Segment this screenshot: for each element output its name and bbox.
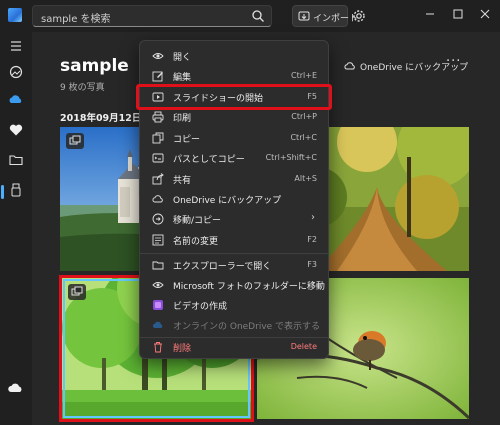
import-button[interactable]: インポート bbox=[292, 5, 358, 27]
explorer-icon bbox=[152, 261, 164, 270]
copy-stack-icon bbox=[69, 135, 81, 145]
menu-shortcut: F3 bbox=[307, 260, 317, 269]
menu-item-onedrive-backup[interactable]: OneDrive にバックアップ bbox=[145, 189, 325, 209]
onedrive-icon bbox=[152, 195, 163, 203]
menu-shortcut: Alt+S bbox=[294, 174, 317, 183]
favorites-heart-icon[interactable] bbox=[8, 122, 24, 138]
menu-item-open-explorer[interactable]: エクスプローラーで開く F3 bbox=[145, 255, 325, 275]
date-group-header: 2018年09月12日 bbox=[60, 113, 142, 124]
hamburger-menu-icon[interactable] bbox=[8, 38, 24, 54]
menu-label: 印刷 bbox=[173, 114, 192, 124]
album-title: sample bbox=[60, 56, 129, 76]
eye-icon bbox=[152, 53, 164, 59]
close-icon[interactable] bbox=[479, 8, 491, 20]
onedrive-backup-button[interactable]: OneDrive にバックアップ bbox=[344, 58, 468, 74]
search-icon[interactable] bbox=[251, 9, 265, 23]
active-nav-indicator bbox=[1, 185, 4, 199]
menu-label: 編集 bbox=[173, 73, 192, 83]
submenu-chevron-icon: › bbox=[311, 278, 315, 289]
gear-icon[interactable] bbox=[352, 9, 366, 23]
menu-label: 移動/コピー bbox=[173, 216, 222, 226]
folder-icon bbox=[152, 282, 164, 288]
menu-item-view-online: オンラインの OneDrive で表示する bbox=[145, 315, 325, 335]
video-icon bbox=[153, 300, 163, 310]
print-icon bbox=[152, 111, 164, 123]
menu-label: コピー bbox=[173, 135, 201, 145]
menu-label: オンラインの OneDrive で表示する bbox=[173, 322, 321, 332]
menu-label: ビデオの作成 bbox=[173, 302, 228, 312]
edit-icon bbox=[152, 71, 163, 82]
move-icon bbox=[152, 213, 164, 225]
more-options-button[interactable]: ··· bbox=[446, 54, 461, 69]
menu-label: 名前の変更 bbox=[173, 237, 219, 247]
photo-count: 9 枚の写真 bbox=[60, 83, 105, 93]
multi-photo-badge bbox=[66, 133, 84, 149]
menu-item-create-video[interactable]: ビデオの作成 bbox=[145, 295, 325, 315]
menu-item-share[interactable]: 共有 Alt+S bbox=[145, 169, 325, 189]
folder-nav-icon[interactable] bbox=[8, 152, 24, 168]
minimize-icon[interactable] bbox=[424, 8, 436, 20]
search-input[interactable]: sample を検索 bbox=[32, 5, 272, 27]
menu-shortcut: Ctrl+Shift+C bbox=[265, 153, 317, 162]
menu-label: 開く bbox=[173, 53, 192, 63]
menu-item-rename[interactable]: 名前の変更 F2 bbox=[145, 230, 325, 250]
menu-item-copy-path[interactable]: パスとしてコピー Ctrl+Shift+C bbox=[145, 148, 325, 168]
icloud-icon[interactable] bbox=[8, 380, 24, 396]
menu-shortcut: Ctrl+E bbox=[291, 71, 317, 80]
menu-item-open[interactable]: 開く bbox=[145, 46, 325, 66]
photos-app-icon bbox=[8, 8, 22, 22]
onedrive-nav-icon[interactable] bbox=[8, 92, 24, 108]
menu-item-copy[interactable]: コピー Ctrl+C bbox=[145, 128, 325, 148]
maximize-icon[interactable] bbox=[452, 8, 464, 20]
menu-label: 共有 bbox=[173, 176, 192, 186]
copy-icon bbox=[152, 132, 164, 144]
menu-shortcut: F2 bbox=[307, 235, 317, 244]
gallery-icon[interactable] bbox=[8, 64, 24, 80]
rename-icon bbox=[152, 234, 164, 246]
share-icon bbox=[152, 173, 164, 185]
copy-path-icon bbox=[152, 153, 164, 163]
menu-item-print[interactable]: 印刷 Ctrl+P bbox=[145, 107, 325, 127]
menu-shortcut: Delete bbox=[290, 342, 317, 351]
navigation-rail bbox=[0, 32, 32, 425]
menu-item-edit[interactable]: 編集 Ctrl+E bbox=[145, 66, 325, 86]
slideshow-highlight-box bbox=[136, 84, 332, 110]
search-input-value: sample を検索 bbox=[41, 14, 111, 25]
cloud-icon bbox=[152, 321, 163, 328]
trash-icon bbox=[154, 342, 162, 353]
menu-label: パスとしてコピー bbox=[173, 155, 245, 165]
menu-label: OneDrive にバックアップ bbox=[173, 196, 282, 206]
menu-separator bbox=[140, 253, 328, 254]
menu-item-goto-folder[interactable]: Microsoft フォトのフォルダーに移動 › bbox=[145, 275, 325, 295]
menu-shortcut: Ctrl+C bbox=[290, 133, 317, 142]
menu-label: エクスプローラーで開く bbox=[173, 262, 272, 272]
usb-device-icon[interactable] bbox=[8, 182, 24, 198]
title-bar: sample を検索 インポート bbox=[0, 0, 500, 32]
submenu-chevron-icon: › bbox=[311, 212, 315, 223]
menu-item-move-copy[interactable]: 移動/コピー › bbox=[145, 209, 325, 229]
cloud-backup-icon bbox=[344, 62, 355, 70]
menu-label: Microsoft フォトのフォルダーに移動 bbox=[173, 282, 325, 292]
menu-item-delete[interactable]: 削除 Delete bbox=[145, 337, 325, 357]
menu-shortcut: Ctrl+P bbox=[291, 112, 317, 121]
import-icon bbox=[298, 11, 310, 21]
menu-label: 削除 bbox=[173, 344, 192, 354]
